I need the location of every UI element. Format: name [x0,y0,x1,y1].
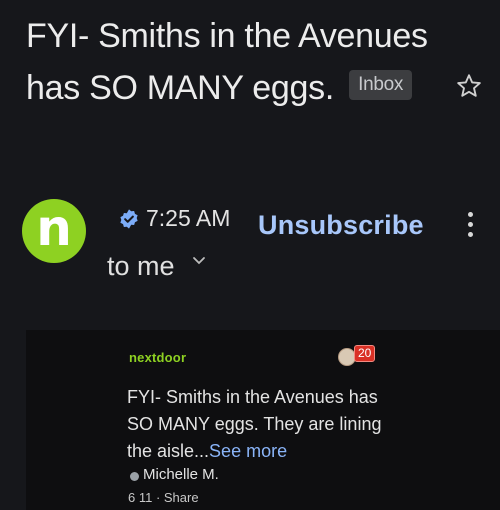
inbox-label-badge[interactable]: Inbox [349,70,413,101]
nextdoor-logo: nextdoor [129,350,187,365]
email-time: 7:25 AM [146,205,231,231]
sender-avatar[interactable]: n [22,199,86,263]
email-subject: FYI- Smiths in the Avenues has SO MANY e… [26,10,446,114]
recipient-label[interactable]: to me [107,251,175,282]
author-avatar-icon [130,472,139,481]
chevron-down-icon[interactable] [192,256,206,266]
see-more-link[interactable]: See more [209,441,287,461]
star-icon[interactable] [455,72,483,100]
post-preview: FYI- Smiths in the Avenues has SO MANY e… [127,384,397,465]
verified-icon [120,209,138,229]
unsubscribe-button[interactable]: Unsubscribe [258,210,424,241]
more-vert-icon[interactable] [462,212,478,242]
post-stats: 6 11 · Share [128,490,199,505]
avatar-letter: n [36,199,72,257]
post-author[interactable]: Michelle M. [143,466,219,483]
notification-count-badge: 20 [354,345,376,362]
